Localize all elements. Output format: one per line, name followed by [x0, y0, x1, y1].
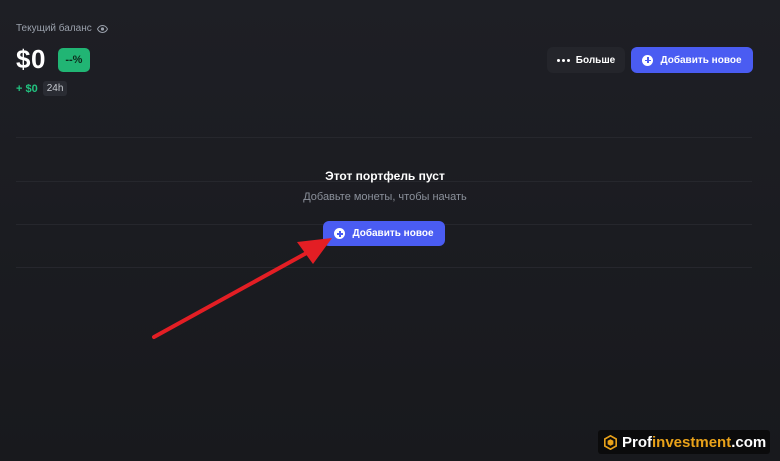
balance-value: $0 — [16, 44, 46, 74]
add-new-button-empty-state[interactable]: Добавить новое — [323, 221, 445, 246]
balance-label: Текущий баланс — [16, 23, 108, 34]
plus-circle-icon — [642, 54, 654, 66]
more-button-label: Больше — [575, 54, 616, 66]
more-dots-icon — [556, 58, 570, 62]
divider — [16, 137, 752, 138]
divider — [16, 267, 752, 268]
period-badge: 24h — [42, 81, 68, 96]
add-new-label: Добавить новое — [352, 228, 434, 239]
eye-icon[interactable] — [96, 24, 108, 33]
percent-change-badge: --% — [57, 47, 90, 72]
change-row: + $0 24h — [16, 81, 68, 96]
plus-circle-icon — [334, 228, 346, 239]
watermark-accent: investment — [652, 433, 732, 451]
watermark-text: Profinvestment.com — [622, 434, 766, 451]
balance-label-text: Текущий баланс — [16, 23, 92, 34]
watermark: Profinvestment.com — [598, 430, 770, 454]
add-new-label: Добавить новое — [660, 54, 742, 66]
change-value: + $0 — [16, 82, 38, 95]
annotation-arrow-shaft — [152, 248, 314, 339]
watermark-suffix: .com — [731, 433, 767, 451]
portfolio-page: Текущий баланс $0 --% + $0 24h Больше До… — [0, 0, 780, 461]
add-new-button-header[interactable]: Добавить новое — [631, 47, 753, 73]
balance-row: $0 --% — [16, 44, 90, 75]
hexagon-logo-icon — [604, 434, 617, 450]
watermark-prefix: Prof — [622, 433, 652, 451]
more-button[interactable]: Больше — [547, 47, 625, 73]
empty-state-subtitle: Добавьте монеты, чтобы начать — [303, 191, 467, 203]
empty-state-title: Этот портфель пуст — [325, 169, 445, 183]
